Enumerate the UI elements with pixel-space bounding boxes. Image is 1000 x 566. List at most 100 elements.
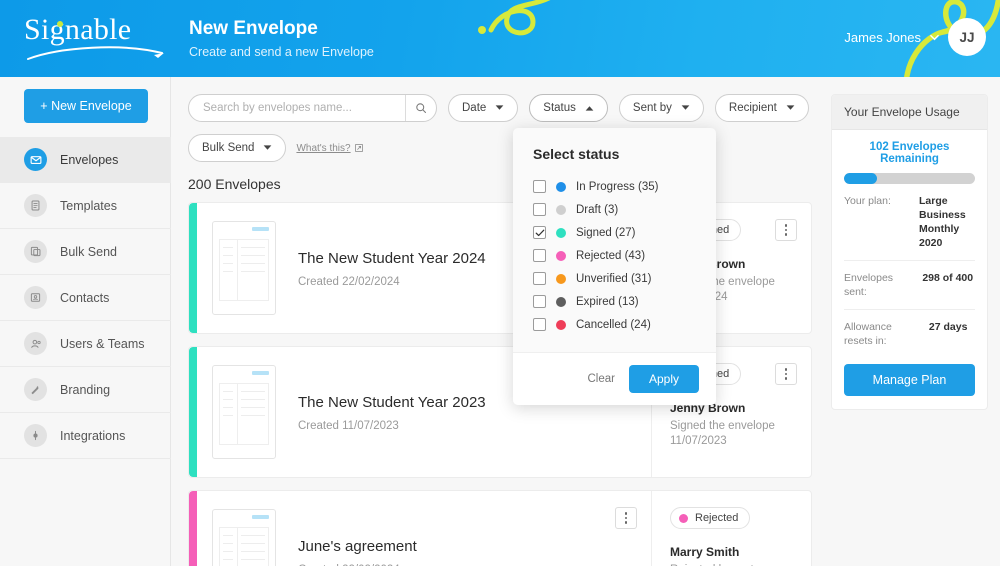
envelope-options-button[interactable] bbox=[615, 507, 637, 529]
status-option-list: In Progress (35) Draft (3) Signed (27) R… bbox=[513, 175, 716, 352]
sidebar-item-users-teams[interactable]: Users & Teams bbox=[0, 321, 171, 367]
usage-row-label: Your plan: bbox=[844, 195, 891, 207]
status-option-in-progress[interactable]: In Progress (35) bbox=[533, 175, 716, 198]
checkbox[interactable] bbox=[533, 295, 546, 308]
status-dot bbox=[556, 181, 566, 192]
chevron-down-icon bbox=[264, 145, 272, 150]
status-stripe bbox=[189, 203, 197, 333]
status-option-label: In Progress (35) bbox=[576, 180, 659, 193]
sidebar-item-label: Branding bbox=[60, 382, 111, 397]
sidebar-item-templates[interactable]: Templates bbox=[0, 183, 171, 229]
status-option-unverified[interactable]: Unverified (31) bbox=[533, 267, 716, 290]
status-option-expired[interactable]: Expired (13) bbox=[533, 290, 716, 313]
status-badge-label: Rejected bbox=[695, 512, 739, 524]
envelope-card[interactable]: The New Student Year 2023 Created 11/07/… bbox=[188, 346, 812, 478]
checkbox[interactable] bbox=[533, 249, 546, 262]
whats-this-link[interactable]: What's this? bbox=[296, 142, 363, 154]
sidebar-item-label: Templates bbox=[60, 198, 117, 213]
manage-plan-button[interactable]: Manage Plan bbox=[844, 364, 975, 396]
checkbox[interactable] bbox=[533, 318, 546, 331]
envelope-card[interactable]: June's agreement Created 22/02/2024 Reje… bbox=[188, 490, 812, 566]
checkbox[interactable] bbox=[533, 272, 546, 285]
user-name-label: James Jones bbox=[844, 29, 921, 45]
status-option-draft[interactable]: Draft (3) bbox=[533, 198, 716, 221]
chevron-down-icon bbox=[786, 105, 795, 110]
status-dot bbox=[679, 513, 688, 523]
search-input[interactable] bbox=[189, 102, 405, 114]
status-option-label: Cancelled (24) bbox=[576, 318, 651, 331]
envelope-list: The New Student Year 2024 Created 22/02/… bbox=[188, 202, 812, 566]
envelope-info: June's agreement Created 22/02/2024 bbox=[298, 537, 651, 566]
new-envelope-button[interactable]: + New Envelope bbox=[24, 89, 148, 123]
checkbox-checked[interactable] bbox=[533, 226, 546, 239]
filter-bar: Date Status Sent by Recipient bbox=[188, 94, 809, 122]
status-option-cancelled[interactable]: Cancelled (24) bbox=[533, 313, 716, 336]
external-link-icon bbox=[354, 144, 363, 152]
template-icon bbox=[24, 194, 47, 217]
recipient-filter-button[interactable]: Recipient bbox=[714, 94, 809, 122]
status-option-label: Rejected (43) bbox=[576, 249, 646, 262]
logo-swoosh-icon bbox=[27, 46, 164, 60]
usage-progress-bar bbox=[844, 173, 975, 184]
usage-row-value: 27 days bbox=[928, 321, 968, 333]
checkbox[interactable] bbox=[533, 180, 546, 193]
user-menu[interactable]: James Jones JJ bbox=[844, 18, 986, 56]
search-box[interactable] bbox=[188, 94, 437, 122]
sidebar-item-bulk-send[interactable]: Bulk Send bbox=[0, 229, 171, 275]
signer-date: 11/07/2023 bbox=[670, 435, 727, 447]
usage-progress-fill bbox=[844, 173, 877, 184]
envelope-options-button[interactable] bbox=[775, 363, 797, 385]
chevron-up-icon bbox=[585, 106, 594, 111]
sidebar-item-envelopes[interactable]: Envelopes bbox=[0, 137, 171, 183]
envelope-options-button[interactable] bbox=[775, 219, 797, 241]
contacts-icon bbox=[24, 286, 47, 309]
chevron-down-icon bbox=[495, 105, 504, 110]
sidebar-item-branding[interactable]: Branding bbox=[0, 367, 171, 413]
envelope-count: 200 Envelopes bbox=[188, 176, 281, 192]
decorative-squiggle-center bbox=[478, 0, 551, 36]
sent-by-filter-button[interactable]: Sent by bbox=[618, 94, 704, 122]
apply-button[interactable]: Apply bbox=[628, 365, 699, 393]
status-dot bbox=[556, 204, 566, 215]
status-stripe bbox=[189, 347, 197, 477]
status-dropdown-panel: Select status In Progress (35) Draft (3) bbox=[513, 128, 716, 405]
sidebar-item-contacts[interactable]: Contacts bbox=[0, 275, 171, 321]
status-option-rejected[interactable]: Rejected (43) bbox=[533, 244, 716, 267]
signer-action: Signed the envelope bbox=[670, 420, 775, 432]
bulk-send-filter-button[interactable]: Bulk Send bbox=[188, 134, 287, 162]
branding-icon bbox=[24, 378, 47, 401]
status-dot bbox=[556, 250, 566, 261]
thumbnail-logo bbox=[252, 515, 269, 519]
status-dot bbox=[556, 296, 566, 307]
signable-logo[interactable]: Signable bbox=[24, 13, 169, 63]
usage-row-label: Allowance resets in: bbox=[844, 321, 892, 347]
status-option-label: Draft (3) bbox=[576, 203, 619, 216]
document-thumbnail bbox=[212, 365, 276, 459]
envelope-card[interactable]: The New Student Year 2024 Created 22/02/… bbox=[188, 202, 812, 334]
date-filter-button[interactable]: Date bbox=[448, 94, 519, 122]
search-button[interactable] bbox=[405, 95, 436, 121]
whats-this-label: What's this? bbox=[296, 142, 351, 154]
avatar[interactable]: JJ bbox=[948, 18, 986, 56]
sidebar-item-label: Bulk Send bbox=[60, 244, 117, 259]
sidebar-item-integrations[interactable]: Integrations bbox=[0, 413, 171, 459]
status-option-label: Signed (27) bbox=[576, 226, 636, 239]
usage-heading: Your Envelope Usage bbox=[832, 95, 987, 130]
search-icon bbox=[416, 103, 427, 114]
status-option-signed[interactable]: Signed (27) bbox=[533, 221, 716, 244]
check-icon bbox=[535, 229, 544, 236]
checkbox[interactable] bbox=[533, 203, 546, 216]
status-filter-label: Status bbox=[543, 102, 576, 114]
status-filter-button[interactable]: Status bbox=[529, 94, 608, 122]
app-header: Signable New Envelope Create and send a … bbox=[0, 0, 1000, 77]
clear-button[interactable]: Clear bbox=[587, 373, 614, 385]
dropdown-footer: Clear Apply bbox=[513, 352, 716, 405]
sidebar-item-label: Users & Teams bbox=[60, 336, 145, 351]
signer-name: Marry Smith bbox=[670, 545, 740, 559]
usage-row-sent: Envelopes sent: 298 of 400 bbox=[844, 261, 975, 310]
sidebar-item-label: Integrations bbox=[60, 428, 126, 443]
usage-row-reset: Allowance resets in: 27 days bbox=[844, 310, 975, 358]
bulk-send-label: Bulk Send bbox=[202, 142, 255, 154]
bulksend-icon bbox=[24, 240, 47, 263]
chevron-down-icon bbox=[930, 34, 939, 40]
